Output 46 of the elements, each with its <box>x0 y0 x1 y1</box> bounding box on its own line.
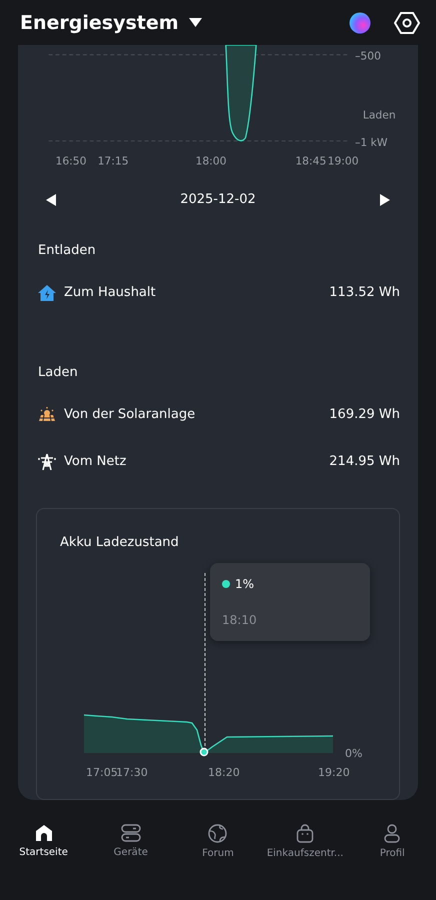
card-title: Akku Ladezustand <box>59 534 180 550</box>
devices-icon <box>120 824 141 842</box>
power-pylon-icon <box>38 452 56 471</box>
page-title[interactable]: Energiesystem <box>20 12 179 34</box>
axis-label: –500 <box>355 50 381 63</box>
series-dot-icon <box>222 580 230 588</box>
settings-icon[interactable] <box>394 10 420 34</box>
axis-label: 19:20 <box>318 766 350 780</box>
date-label: 2025-12-02 <box>180 192 256 208</box>
axis-label: 17:05 <box>86 766 118 780</box>
axis-label: –1 kW <box>355 136 388 149</box>
section-title: Laden <box>38 365 79 380</box>
energy-value: 214.95 Wh <box>329 454 400 470</box>
data-point <box>200 748 208 756</box>
axis-label: 17:15 <box>98 154 129 168</box>
solar-panel-icon <box>38 406 56 423</box>
axis-label: 17:30 <box>116 766 148 780</box>
tooltip-value: 1% <box>235 577 254 592</box>
section-title: Entladen <box>38 243 97 258</box>
axis-label: 18:20 <box>208 766 240 780</box>
axis-caption: Laden <box>362 108 396 122</box>
energy-value: 169.29 Wh <box>329 407 400 422</box>
nav-tab[interactable]: Forum <box>174 824 261 859</box>
assistant-orb-icon[interactable] <box>348 10 372 34</box>
source-label: Zum Haushalt <box>64 285 156 300</box>
nav-tab[interactable]: Profil <box>349 824 436 859</box>
axis-label: 18:00 <box>195 154 226 168</box>
nav-tab[interactable]: Geräte <box>88 824 174 859</box>
home-icon <box>34 824 53 842</box>
source-label: Von der Solaranlage <box>64 407 196 422</box>
axis-label: 18:45 <box>295 154 326 168</box>
previous-day-icon[interactable] <box>46 194 56 206</box>
shopping-bag-icon <box>296 824 314 843</box>
next-day-icon[interactable] <box>380 194 390 206</box>
axis-label: 0% <box>345 747 362 760</box>
nav-tab[interactable]: Startseite <box>0 824 87 859</box>
source-label: Vom Netz <box>64 454 126 470</box>
axis-label: 19:00 <box>328 154 359 168</box>
globe-icon <box>208 824 228 843</box>
nav-tab[interactable]: Einkaufszentr... <box>262 824 348 859</box>
axis-label: 16:50 <box>56 154 86 168</box>
tooltip-time: 18:10 <box>222 613 258 628</box>
energy-value: 113.52 Wh <box>329 285 400 300</box>
profile-icon <box>384 824 400 843</box>
caret-icon[interactable] <box>188 18 202 28</box>
house-icon <box>38 284 56 301</box>
